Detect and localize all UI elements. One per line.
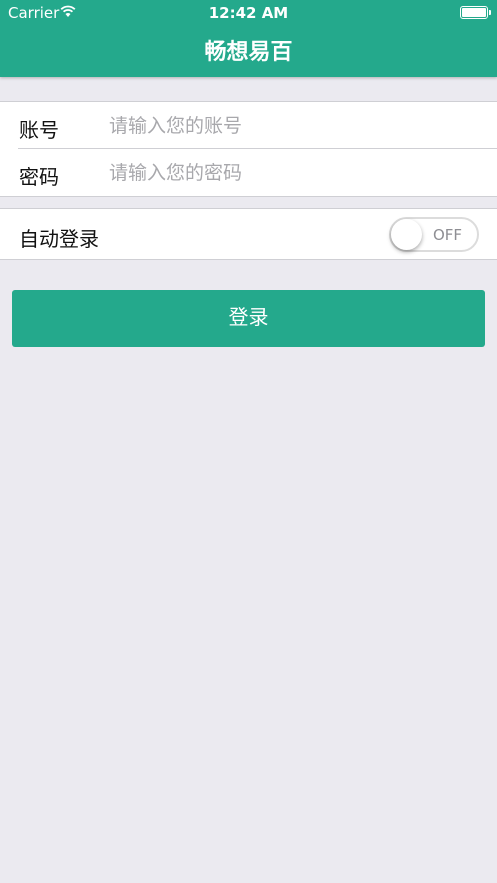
page-title: 畅想易百: [204, 40, 293, 65]
account-input[interactable]: [109, 110, 479, 142]
password-row: 密码: [0, 149, 497, 196]
status-time: 12:42 AM: [208, 4, 289, 22]
auto-login-toggle[interactable]: OFF: [389, 217, 479, 252]
login-form: 账号 密码: [0, 101, 497, 197]
password-input[interactable]: [109, 157, 479, 189]
navigation-header: Carrier 12:42 AM 畅想易百: [0, 0, 497, 77]
toggle-knob: [391, 219, 422, 250]
battery-icon: [460, 6, 488, 19]
toggle-state-label: OFF: [433, 226, 463, 244]
status-bar: Carrier 12:42 AM: [0, 0, 497, 26]
account-row: 账号: [0, 102, 497, 149]
account-label: 账号: [19, 118, 59, 142]
auto-login-label: 自动登录: [19, 227, 99, 251]
battery-cap: [489, 10, 491, 15]
password-label: 密码: [19, 165, 59, 189]
auto-login-row: 自动登录 OFF: [0, 208, 497, 260]
login-button[interactable]: 登录: [12, 290, 485, 347]
